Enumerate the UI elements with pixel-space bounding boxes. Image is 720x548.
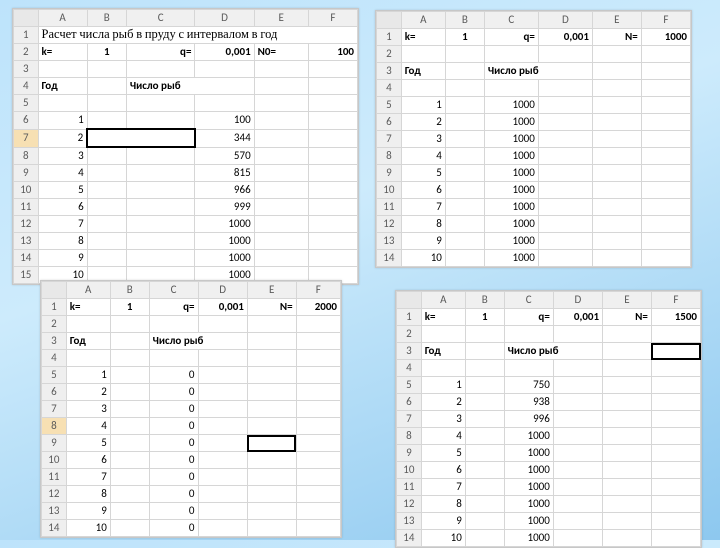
col-F[interactable]: F — [308, 10, 357, 27]
hdr-year[interactable]: Год — [38, 78, 87, 95]
grid[interactable]: A B C D E F 1 k= 1 q= 0,001 N= 2000 2 3Г… — [41, 281, 341, 537]
select-all[interactable] — [377, 12, 402, 29]
selected-cell[interactable] — [651, 343, 700, 360]
cell-k-val[interactable]: 1 — [87, 44, 126, 61]
f1[interactable]: 100 — [195, 112, 254, 130]
cell-q-label[interactable]: q= — [126, 44, 195, 61]
row-2[interactable]: 2 — [14, 44, 39, 61]
cell-n0-label[interactable]: N0= — [254, 44, 308, 61]
selected-range[interactable] — [87, 129, 195, 147]
sheet-bottom-left: A B C D E F 1 k= 1 q= 0,001 N= 2000 2 3Г… — [40, 280, 342, 538]
col-C[interactable]: C — [126, 10, 195, 27]
hdr-fish[interactable]: Число рыб — [126, 78, 254, 95]
sheet-bottom-right: A B C D E F 1 k= 1 q= 0,001 N= 1500 2 3Г… — [395, 290, 702, 548]
select-all[interactable] — [14, 10, 39, 27]
col-header-row: A B C D E F — [14, 10, 358, 27]
sheet-top-right: A B C D E F 1 k= 1 q= 0,001 N= 1000 2 3Г… — [375, 10, 692, 268]
col-E[interactable]: E — [254, 10, 308, 27]
selected-cell[interactable] — [247, 435, 296, 452]
grid[interactable]: A B C D E F 1 k= 1 q= 0,001 N= 1000 2 3Г… — [376, 11, 691, 267]
sheet-top-left: A B C D E F 1 Расчет числа рыб в пруду с… — [12, 8, 359, 285]
col-D[interactable]: D — [195, 10, 254, 27]
grid[interactable]: A B C D E F 1 k= 1 q= 0,001 N= 1500 2 3Г… — [396, 291, 701, 547]
select-all[interactable] — [397, 292, 422, 309]
col-A[interactable]: A — [38, 10, 87, 27]
col-B[interactable]: B — [87, 10, 126, 27]
select-all[interactable] — [42, 282, 67, 299]
sheet-title[interactable]: Расчет числа рыб в пруду с интервалом в … — [38, 27, 357, 44]
y1[interactable]: 1 — [38, 112, 87, 130]
cell-q-val[interactable]: 0,001 — [195, 44, 254, 61]
cell-n0-val[interactable]: 100 — [308, 44, 357, 61]
cell-k-label[interactable]: k= — [38, 44, 87, 61]
row-1[interactable]: 1 — [14, 27, 39, 44]
grid[interactable]: A B C D E F 1 Расчет числа рыб в пруду с… — [13, 9, 358, 284]
